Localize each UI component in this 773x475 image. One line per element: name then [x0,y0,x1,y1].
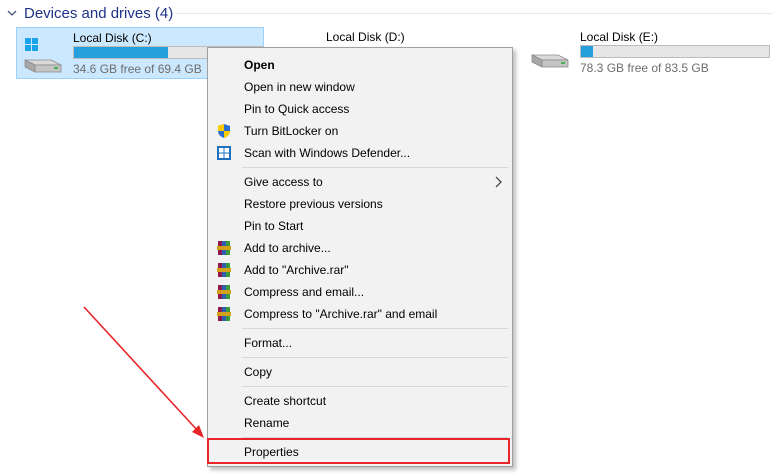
context-menu: Open Open in new window Pin to Quick acc… [207,47,513,467]
free-space-text: 78.3 GB free of 83.5 GB [580,61,709,75]
chevron-down-icon [7,10,17,16]
menu-item-open[interactable]: Open [210,54,510,76]
group-title: Devices and drives (4) [24,4,174,22]
winrar-icon [217,307,231,321]
menu-item-label: Open in new window [244,80,355,94]
menu-item-label: Compress to "Archive.rar" and email [244,307,438,321]
drive-name: Local Disk (E:) [580,30,659,44]
menu-item-label: Turn BitLocker on [244,124,339,138]
menu-item-rename[interactable]: Rename [210,412,510,434]
menu-item-copy[interactable]: Copy [210,361,510,383]
drive-name: Local Disk (D:) [326,30,405,44]
devices-and-drives-header[interactable]: Devices and drives (4) [6,3,173,23]
uac-shield-icon [218,124,230,138]
menu-item-label: Scan with Windows Defender... [244,146,411,160]
menu-item-format[interactable]: Format... [210,332,510,354]
capacity-fill [581,46,593,57]
menu-item-open-new-window[interactable]: Open in new window [210,76,510,98]
menu-item-label: Add to archive... [244,241,331,255]
menu-item-label: Copy [244,365,273,379]
menu-item-label: Give access to [244,175,323,189]
menu-item-label: Format... [244,336,293,350]
menu-separator [242,386,508,387]
submenu-chevron-icon [495,176,502,188]
menu-item-pin-to-start[interactable]: Pin to Start [210,215,510,237]
hard-drive-icon [531,54,569,68]
menu-item-restore-versions[interactable]: Restore previous versions [210,193,510,215]
capacity-bar [580,45,770,58]
os-drive-icon [24,38,62,73]
menu-item-pin-quick-access[interactable]: Pin to Quick access [210,98,510,120]
menu-item-label: Compress and email... [244,285,365,299]
menu-item-add-to-archive-rar[interactable]: Add to "Archive.rar" [210,259,510,281]
menu-item-label: Open [244,58,275,72]
menu-item-compress-rar-email[interactable]: Compress to "Archive.rar" and email [210,303,510,325]
menu-separator [242,328,508,329]
menu-item-create-shortcut[interactable]: Create shortcut [210,390,510,412]
windows-defender-icon [217,146,231,160]
winrar-icon [217,241,231,255]
menu-item-label: Pin to Quick access [244,102,350,116]
menu-item-compress-email[interactable]: Compress and email... [210,281,510,303]
menu-item-label: Pin to Start [244,219,304,233]
drive-tile-e[interactable]: Local Disk (E:) 78.3 GB free of 83.5 GB [524,27,772,79]
winrar-icon [217,285,231,299]
menu-separator [242,167,508,168]
group-divider [176,13,773,14]
menu-item-add-to-archive[interactable]: Add to archive... [210,237,510,259]
menu-item-give-access[interactable]: Give access to [210,171,510,193]
drive-name: Local Disk (C:) [73,31,152,45]
free-space-text: 34.6 GB free of 69.4 GB [73,62,202,76]
menu-item-label: Create shortcut [244,394,327,408]
menu-item-bitlocker[interactable]: Turn BitLocker on [210,120,510,142]
capacity-fill [74,47,168,58]
menu-item-label: Rename [244,416,290,430]
menu-item-label: Restore previous versions [244,197,383,211]
menu-item-label: Add to "Archive.rar" [244,263,349,277]
properties-highlight-box [207,438,510,464]
winrar-icon [217,263,231,277]
menu-item-scan-defender[interactable]: Scan with Windows Defender... [210,142,510,164]
menu-separator [242,357,508,358]
